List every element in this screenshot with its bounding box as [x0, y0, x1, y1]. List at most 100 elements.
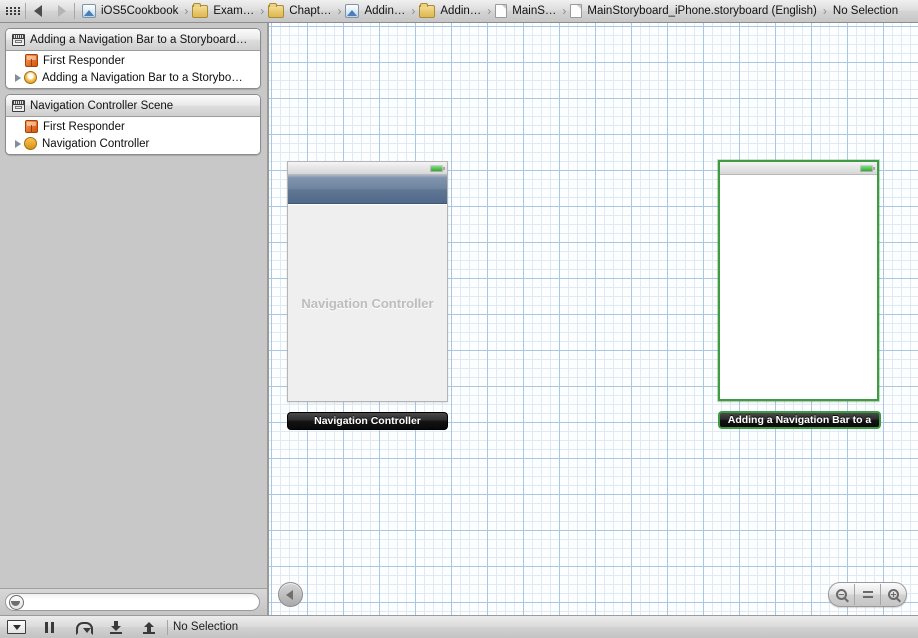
step-over-button[interactable]	[66, 616, 99, 638]
scene-name-label[interactable]: Navigation Controller	[287, 412, 448, 430]
back-arrow-icon[interactable]	[34, 5, 42, 17]
magnifier-plus-icon	[888, 589, 899, 600]
filter-field[interactable]	[5, 593, 260, 611]
outline-row-first-responder[interactable]: First Responder	[6, 118, 260, 135]
breadcrumb-label: Exam…	[213, 5, 255, 17]
document-icon	[495, 4, 508, 18]
scene-header[interactable]: Adding a Navigation Bar to a Storyboard…	[6, 29, 260, 51]
scene-icon	[12, 33, 25, 46]
folder-icon	[419, 2, 436, 18]
jump-bar-divider-2	[74, 3, 75, 19]
zoom-out-icon[interactable]	[829, 584, 854, 605]
filter-icon[interactable]	[9, 594, 24, 610]
view-controller-icon	[24, 71, 37, 84]
jump-bar-divider-1	[25, 3, 26, 19]
breakpoints-button[interactable]	[0, 616, 33, 638]
status-bar	[720, 162, 877, 175]
outline-row-label: First Responder	[43, 54, 125, 67]
navigation-controller-icon	[24, 137, 37, 150]
folder-icon	[192, 2, 209, 18]
canvas-scene-navigation-controller[interactable]: Navigation Controller Navigation Control…	[287, 161, 448, 430]
xcode-project-icon	[82, 4, 96, 18]
zoom-controls	[828, 582, 907, 607]
view-controller-body	[720, 176, 877, 399]
document-icon	[570, 4, 583, 18]
breadcrumb-label: Addin…	[364, 5, 406, 17]
scene-header[interactable]: Navigation Controller Scene	[6, 95, 260, 117]
breadcrumb-item-examples[interactable]: Exam…	[191, 0, 257, 22]
outline-row-label: Adding a Navigation Bar to a Storybo…	[42, 71, 243, 84]
scene-rows: First Responder Adding a Navigation Bar …	[6, 51, 260, 88]
zoom-in-icon[interactable]	[881, 584, 906, 605]
breadcrumb-chevron: ›	[184, 4, 189, 18]
first-responder-icon	[25, 54, 38, 67]
debug-bar-status-label: No Selection	[173, 621, 239, 633]
breadcrumb-label: MainStoryboard_iPhone.storyboard (Englis…	[587, 5, 817, 17]
view-controller-frame[interactable]	[718, 160, 879, 401]
zoom-actual-size-icon[interactable]	[855, 584, 880, 605]
grid-icon[interactable]	[6, 6, 20, 16]
step-into-icon	[109, 620, 122, 634]
breadcrumb-chevron: ›	[487, 4, 492, 18]
scene-watermark-label: Navigation Controller	[301, 295, 434, 311]
breadcrumb-item-subproject[interactable]: Addin…	[344, 0, 408, 22]
disclosure-triangle-icon[interactable]	[12, 140, 23, 148]
battery-icon	[860, 165, 875, 172]
outline-row-first-responder[interactable]: First Responder	[6, 52, 260, 69]
outline-scene-root-view-controller: Adding a Navigation Bar to a Storyboard……	[5, 28, 261, 89]
storyboard-canvas[interactable]: Navigation Controller Navigation Control…	[269, 23, 918, 615]
step-out-button[interactable]	[132, 616, 165, 638]
pause-icon	[45, 621, 54, 633]
breadcrumb-label: Addin…	[440, 5, 482, 17]
step-out-icon	[142, 621, 155, 634]
filter-input[interactable]	[28, 595, 257, 609]
breadcrumb-chevron: ›	[411, 4, 416, 18]
outline-row-label: Navigation Controller	[42, 137, 150, 150]
debug-bar-divider	[167, 619, 168, 635]
document-outline-sidebar: Adding a Navigation Bar to a Storyboard……	[0, 23, 268, 615]
breadcrumb-item-project[interactable]: iOS5Cookbook	[81, 0, 181, 22]
scene-header-label: Navigation Controller Scene	[30, 99, 174, 112]
xcode-window: iOS5Cookbook › Exam… › Chapt… › Addin… ›…	[0, 0, 918, 638]
breadcrumb-label: MainS…	[512, 5, 557, 17]
magnifier-minus-icon	[836, 589, 847, 600]
navigation-bar[interactable]	[288, 175, 447, 204]
debug-bar: No Selection	[0, 615, 918, 638]
battery-icon	[430, 165, 445, 172]
breadcrumb-chevron: ›	[260, 4, 265, 18]
step-into-button[interactable]	[99, 616, 132, 638]
scene-header-label: Adding a Navigation Bar to a Storyboard…	[30, 33, 248, 46]
breadcrumb-item-group[interactable]: Addin…	[418, 0, 484, 22]
forward-arrow-icon[interactable]	[58, 5, 66, 17]
step-over-icon	[75, 621, 93, 635]
disclosure-triangle-icon[interactable]	[12, 74, 23, 82]
breadcrumb-chevron: ›	[337, 4, 342, 18]
breadcrumb-label: Chapt…	[289, 5, 332, 17]
sidebar-filter-bar	[0, 588, 267, 615]
breadcrumb-label: iOS5Cookbook	[101, 5, 179, 17]
scene-rows: First Responder Navigation Controller	[6, 117, 260, 154]
view-controller-body: Navigation Controller	[288, 205, 447, 401]
scene-icon	[12, 99, 25, 112]
breadcrumb-chevron: ›	[822, 4, 827, 18]
breadcrumb-label: No Selection	[832, 5, 899, 17]
breadcrumb-item-selection[interactable]: No Selection	[830, 0, 901, 22]
canvas-scene-root-view-controller[interactable]: Adding a Navigation Bar to a	[718, 160, 881, 429]
view-controller-frame[interactable]: Navigation Controller	[287, 161, 448, 402]
breadcrumb-chevron: ›	[562, 4, 567, 18]
collapse-outline-icon[interactable]	[278, 582, 303, 607]
outline-row-label: First Responder	[43, 120, 125, 133]
outline-row-navigation-controller[interactable]: Navigation Controller	[6, 135, 260, 152]
outline-scene-navigation-controller: Navigation Controller Scene First Respon…	[5, 94, 261, 155]
pause-button[interactable]	[33, 616, 66, 638]
breadcrumb-item-file-short[interactable]: MainS…	[494, 0, 559, 22]
outline-row-view-controller[interactable]: Adding a Navigation Bar to a Storybo…	[6, 69, 260, 86]
breadcrumb-item-storyboard[interactable]: MainStoryboard_iPhone.storyboard (Englis…	[569, 0, 819, 22]
breakpoint-icon	[7, 620, 26, 634]
breadcrumb-item-chapter[interactable]: Chapt…	[267, 0, 334, 22]
scene-name-label[interactable]: Adding a Navigation Bar to a	[718, 411, 881, 429]
jump-bar: iOS5Cookbook › Exam… › Chapt… › Addin… ›…	[0, 0, 918, 23]
folder-icon	[268, 2, 285, 18]
first-responder-icon	[25, 120, 38, 133]
equals-icon	[862, 591, 873, 598]
